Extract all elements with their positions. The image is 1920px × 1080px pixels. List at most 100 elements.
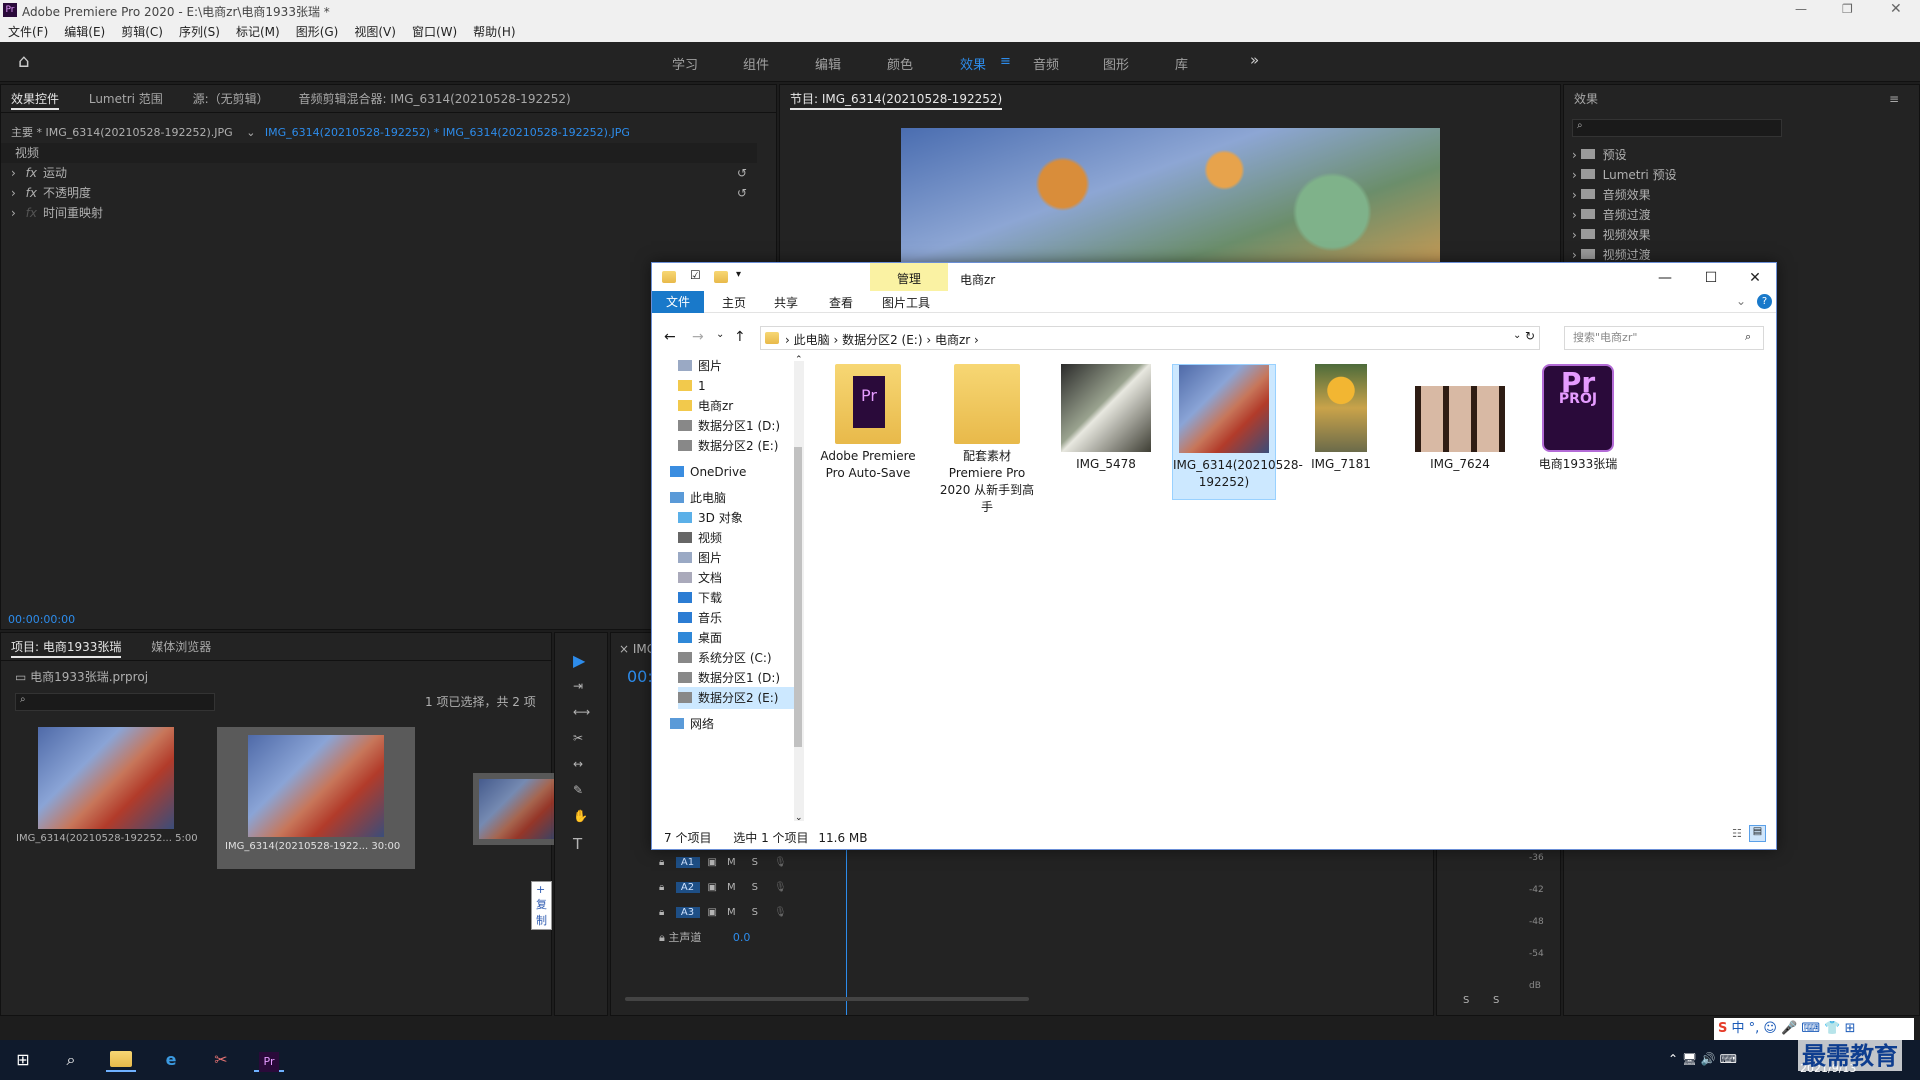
effects-search-input[interactable]: ⌕ (1572, 119, 1782, 137)
nav-item[interactable]: 系统分区 (C:) (678, 647, 772, 669)
menu-item[interactable]: 编辑(E) (56, 22, 113, 42)
tab-source[interactable]: 源:（无剪辑） (193, 92, 269, 106)
sync-icon[interactable]: ▣ (708, 857, 717, 868)
nav-scroll-up-icon[interactable]: ⌃ (795, 355, 803, 365)
close-icon[interactable]: ✕ (1732, 263, 1778, 293)
menu-item[interactable]: 窗口(W) (404, 22, 465, 42)
ribbon-view-tab[interactable]: 查看 (829, 294, 853, 311)
expand-arrow-icon[interactable]: › (11, 206, 20, 220)
panel-menu-icon[interactable]: ≡ (1889, 85, 1899, 113)
tab-project[interactable]: 项目: 电商1933张瑞 (11, 640, 122, 658)
chevron-down-icon[interactable]: ⌄ (246, 126, 255, 139)
home-icon[interactable]: ⌂ (18, 51, 29, 72)
premiere-taskbar-icon[interactable]: Pr (254, 1048, 284, 1072)
playhead[interactable] (846, 845, 847, 1015)
back-arrow-icon[interactable]: ← (664, 329, 676, 345)
tab-lumetri-scopes[interactable]: Lumetri 范围 (89, 92, 163, 106)
reset-icon[interactable]: ↺ (737, 163, 747, 183)
nav-item[interactable]: 图片 (678, 547, 722, 569)
master-volume-value[interactable]: 0.0 (733, 931, 751, 944)
sync-icon[interactable]: ▣ (708, 907, 717, 918)
menu-item[interactable]: 序列(S) (171, 22, 228, 42)
nav-item[interactable]: 数据分区2 (E:) (678, 687, 796, 709)
hand-tool-icon[interactable]: ✋ (573, 809, 588, 823)
file-item[interactable]: 配套素材 Premiere Pro 2020 从新手到高手 (935, 364, 1039, 516)
selection-tool-icon[interactable]: ▶ (573, 651, 585, 670)
refresh-icon[interactable]: ↻ (1525, 329, 1535, 343)
ribbon-file-tab[interactable]: 文件 (652, 291, 704, 313)
pen-tool-icon[interactable]: ✎ (573, 783, 583, 797)
nav-item[interactable]: 文档 (678, 567, 722, 589)
new-folder-icon[interactable] (714, 271, 728, 283)
workspace-menu-icon[interactable]: ≡ (1000, 54, 1011, 69)
solo-left-button[interactable]: S (1463, 995, 1469, 1006)
tab-media-browser[interactable]: 媒体浏览器 (151, 640, 211, 654)
address-dropdown-icon[interactable]: ⌄ (1513, 330, 1521, 341)
effects-folder[interactable]: › Lumetri 预设 (1572, 165, 1677, 185)
crumb-drive-e[interactable]: 数据分区2 (E:) (842, 333, 922, 347)
workspace-tab[interactable]: 学习 (672, 54, 698, 73)
nav-item[interactable]: 网络 (670, 713, 714, 735)
effect-row[interactable]: › fx 不透明度 ↺ (1, 183, 776, 203)
effect-row[interactable]: › fx 时间重映射 (1, 203, 776, 223)
workspace-tab[interactable]: 库 (1175, 54, 1188, 73)
expand-arrow-icon[interactable]: › (1572, 208, 1581, 222)
solo-button[interactable]: S (752, 882, 758, 893)
system-tray[interactable]: ⌃ 🖥 🔊 ⌨ (1668, 1052, 1737, 1066)
expand-arrow-icon[interactable]: › (1572, 248, 1581, 262)
reset-icon[interactable]: ↺ (737, 183, 747, 203)
crumb-folder[interactable]: 电商zr (935, 333, 970, 347)
explorer-search-input[interactable]: 搜索"电商zr" (1564, 326, 1764, 350)
menu-item[interactable]: 标记(M) (228, 22, 288, 42)
forward-arrow-icon[interactable]: → (692, 329, 704, 345)
effect-row[interactable]: › fx 运动 ↺ (1, 163, 776, 183)
lock-icon[interactable]: 🔒︎ (659, 931, 665, 944)
nav-scrollbar[interactable] (794, 361, 804, 821)
nav-scroll-down-icon[interactable]: ⌄ (795, 813, 803, 823)
expand-arrow-icon[interactable]: › (11, 186, 20, 200)
nav-item[interactable]: 数据分区1 (D:) (678, 415, 780, 437)
track-label[interactable]: A3 (675, 907, 700, 918)
recent-dropdown-icon[interactable]: ⌄ (716, 329, 724, 340)
solo-right-button[interactable]: S (1493, 995, 1499, 1006)
lock-icon[interactable]: 🔒︎ (659, 882, 668, 893)
menu-item[interactable]: 剪辑(C) (113, 22, 171, 42)
nav-item[interactable]: 下载 (678, 587, 722, 609)
file-item[interactable]: Pr PROJ 电商1933张瑞 (1526, 364, 1630, 473)
tab-audio-clip-mixer[interactable]: 音频剪辑混合器: IMG_6314(20210528-192252) (299, 92, 571, 106)
mute-button[interactable]: M (727, 882, 736, 893)
sequence-clip-label[interactable]: IMG_6314(20210528-192252) * IMG_6314(202… (265, 126, 630, 139)
file-item[interactable]: IMG_7181 (1289, 364, 1393, 473)
effects-folder[interactable]: › 预设 (1572, 145, 1627, 165)
ribbon-home-tab[interactable]: 主页 (722, 294, 746, 311)
help-icon[interactable]: ? (1757, 294, 1772, 309)
workspace-tab[interactable]: 编辑 (815, 54, 841, 73)
minimize-icon[interactable]: — (1795, 2, 1807, 16)
file-item[interactable]: Pr Adobe Premiere Pro Auto-Save (816, 364, 920, 482)
menu-item[interactable]: 帮助(H) (465, 22, 523, 42)
file-item[interactable]: IMG_6314(20210528-192252) (1172, 364, 1303, 500)
mic-icon[interactable]: 🎙︎ (774, 907, 787, 918)
mute-button[interactable]: M (727, 907, 736, 918)
workspace-tab[interactable]: 效果 (960, 54, 986, 73)
solo-button[interactable]: S (752, 857, 758, 868)
ripple-edit-tool-icon[interactable]: ⟷ (573, 705, 590, 719)
file-item[interactable]: IMG_7624 (1408, 364, 1512, 473)
ribbon-expand-icon[interactable]: ⌄ (1736, 294, 1746, 308)
address-bar[interactable]: › 此电脑 › 数据分区2 (E:) › 电商zr › ⌄ ↻ (760, 326, 1540, 350)
lock-icon[interactable]: 🔒︎ (659, 907, 668, 918)
expand-arrow-icon[interactable]: › (1572, 188, 1581, 202)
edge-browser-icon[interactable]: e (156, 1048, 186, 1072)
track-select-tool-icon[interactable]: ⇥ (573, 679, 583, 693)
timeline-timecode[interactable]: 00: (627, 667, 653, 686)
menu-item[interactable]: 视图(V) (346, 22, 404, 42)
up-arrow-icon[interactable]: ↑ (734, 329, 746, 345)
track-label[interactable]: A1 (675, 857, 700, 868)
crumb-this-pc[interactable]: 此电脑 (794, 333, 830, 347)
checkbox-icon[interactable]: ☑ (690, 268, 701, 282)
qat-dropdown-icon[interactable]: ▾ (736, 269, 741, 280)
effects-folder[interactable]: › 音频效果 (1572, 185, 1651, 205)
sync-icon[interactable]: ▣ (708, 882, 717, 893)
close-icon[interactable]: ✕ (1890, 1, 1902, 17)
manage-tab[interactable]: 管理 (870, 263, 948, 291)
